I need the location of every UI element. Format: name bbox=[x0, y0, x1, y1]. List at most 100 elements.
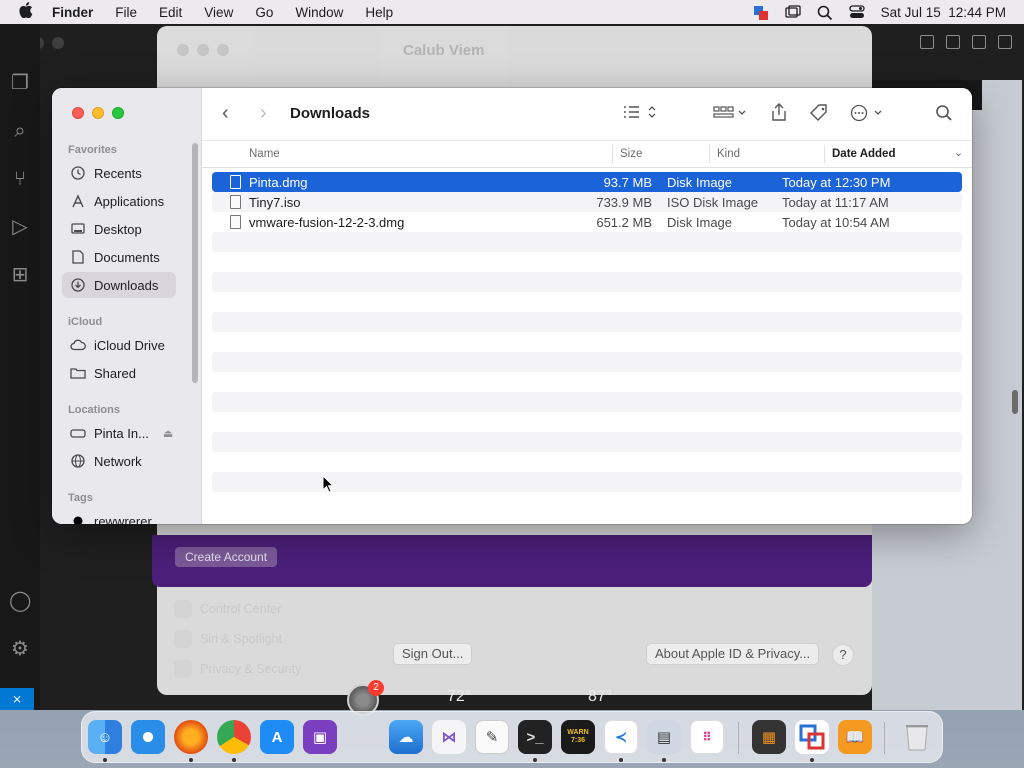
share-icon[interactable] bbox=[770, 102, 788, 125]
account-icon[interactable]: ◯ bbox=[9, 590, 31, 612]
empty-row bbox=[212, 232, 962, 252]
sidebar-item-icloud-drive[interactable]: iCloud Drive bbox=[62, 332, 176, 358]
screen-mirroring-icon[interactable] bbox=[785, 5, 801, 19]
safari-dock-icon[interactable] bbox=[131, 720, 165, 754]
books-dock-icon[interactable]: 📖 bbox=[838, 720, 872, 754]
create-account-button[interactable]: Create Account bbox=[175, 547, 278, 567]
control-center-icon[interactable] bbox=[849, 5, 865, 19]
preview-dock-icon[interactable]: ▤ bbox=[647, 720, 681, 754]
finder-window: Favorites Recents Applications Desktop D… bbox=[52, 88, 972, 524]
menu-extras: Sat Jul 15 12:44 PM bbox=[753, 0, 1006, 24]
menu-view[interactable]: View bbox=[204, 5, 233, 20]
list-view-icon[interactable] bbox=[622, 104, 656, 123]
file-row[interactable]: Pinta.dmg 93.7 MB Disk Image Today at 12… bbox=[212, 172, 962, 192]
vmware-dock-icon[interactable] bbox=[795, 720, 829, 754]
cloud-icon bbox=[70, 337, 86, 353]
finder-dock-icon[interactable]: ☺ bbox=[88, 720, 122, 754]
finder-toolbar: ‹ › Downloads bbox=[202, 88, 972, 140]
zoom-window-button[interactable] bbox=[112, 107, 124, 119]
weather-temp: 72° bbox=[447, 688, 472, 705]
minimize-window-button[interactable] bbox=[92, 107, 104, 119]
run-debug-icon[interactable]: ▷ bbox=[9, 216, 31, 238]
back-button[interactable]: ‹ bbox=[222, 103, 229, 123]
menu-help[interactable]: Help bbox=[365, 5, 393, 20]
remote-indicator[interactable]: ⨯ bbox=[0, 688, 34, 710]
sidebar-scrollbar[interactable] bbox=[192, 143, 198, 383]
more-actions-icon[interactable] bbox=[850, 104, 886, 125]
search-icon[interactable] bbox=[935, 104, 953, 125]
column-date-added[interactable]: Date Added bbox=[832, 148, 895, 160]
menu-edit[interactable]: Edit bbox=[159, 5, 182, 20]
empty-row bbox=[212, 412, 962, 432]
weather-dock-icon[interactable]: ☁ bbox=[389, 720, 423, 754]
menu-finder[interactable]: Finder bbox=[52, 5, 93, 20]
sidebar-item-tag[interactable]: rewwrerer bbox=[62, 508, 176, 524]
mouse-cursor-icon bbox=[322, 475, 334, 493]
vmware-status-icon[interactable] bbox=[753, 5, 769, 20]
desktop-icon bbox=[70, 221, 86, 237]
finder-sidebar: Favorites Recents Applications Desktop D… bbox=[52, 88, 202, 524]
visual-studio-dock-icon[interactable]: ⋈ bbox=[432, 720, 466, 754]
shared-folder-icon bbox=[70, 365, 86, 381]
launchpad-dock-icon[interactable]: ⠿ bbox=[690, 720, 724, 754]
sidebar-item-desktop[interactable]: Desktop bbox=[62, 216, 176, 242]
sidebar-item-network[interactable]: Network bbox=[62, 448, 176, 474]
disk-icon bbox=[70, 425, 86, 441]
sort-chevron-icon[interactable]: ⌄ bbox=[954, 146, 963, 159]
icloud-header: iCloud bbox=[68, 316, 103, 328]
help-button[interactable]: ? bbox=[832, 644, 854, 666]
apple-menu-icon[interactable] bbox=[19, 1, 39, 23]
source-control-icon[interactable]: ⑂ bbox=[9, 168, 31, 190]
spotlight-icon[interactable] bbox=[817, 5, 833, 21]
sidebar-item-downloads[interactable]: Downloads bbox=[62, 272, 176, 298]
installer-dock-icon[interactable]: ▣ bbox=[303, 720, 337, 754]
empty-row bbox=[212, 252, 962, 272]
applications-icon bbox=[70, 193, 86, 209]
column-size[interactable]: Size bbox=[620, 148, 642, 160]
gear-icon[interactable]: ⚙ bbox=[9, 638, 31, 660]
sidebar-item-applications[interactable]: Applications bbox=[62, 188, 176, 214]
forward-button[interactable]: › bbox=[260, 103, 267, 123]
search-icon[interactable]: ⌕ bbox=[9, 120, 31, 142]
sidebar-item-shared[interactable]: Shared bbox=[62, 360, 176, 386]
menubar-clock[interactable]: Sat Jul 15 12:44 PM bbox=[881, 5, 1006, 20]
about-privacy-button[interactable]: About Apple ID & Privacy... bbox=[646, 643, 820, 665]
chrome-dock-icon[interactable] bbox=[217, 720, 251, 754]
console-dock-icon[interactable]: WARN 7:36 bbox=[561, 720, 595, 754]
sign-out-button[interactable]: Sign Out... bbox=[393, 643, 473, 665]
menu-window[interactable]: Window bbox=[295, 5, 343, 20]
close-window-button[interactable] bbox=[72, 107, 84, 119]
calculator-dock-icon[interactable]: ▦ bbox=[752, 720, 786, 754]
sidebar-item-recents[interactable]: Recents bbox=[62, 160, 176, 186]
globe-icon bbox=[70, 453, 86, 469]
menu-go[interactable]: Go bbox=[255, 5, 273, 20]
privacy-icon bbox=[174, 660, 192, 678]
column-name[interactable]: Name bbox=[249, 148, 280, 160]
group-view-icon[interactable] bbox=[712, 104, 748, 123]
dock: ☺ A ▣ ☁ ⋈ ✎ >_ WARN 7:36 ≺ ▤ ⠿ ▦ 📖 bbox=[81, 711, 943, 763]
file-row[interactable]: Tiny7.iso 733.9 MB ISO Disk Image Today … bbox=[212, 192, 962, 212]
document-icon bbox=[70, 249, 86, 265]
tag-icon[interactable] bbox=[809, 104, 829, 125]
menu-file[interactable]: File bbox=[115, 5, 137, 20]
eject-icon[interactable]: ⏏ bbox=[163, 427, 173, 440]
settings-item-siri-spotlight[interactable]: Siri & Spotlight bbox=[174, 630, 282, 648]
terminal-dock-icon[interactable]: >_ bbox=[518, 720, 552, 754]
trash-dock-icon[interactable] bbox=[900, 720, 934, 754]
column-kind[interactable]: Kind bbox=[717, 148, 740, 160]
vscode-dock-icon[interactable]: ≺ bbox=[604, 720, 638, 754]
sidebar-item-documents[interactable]: Documents bbox=[62, 244, 176, 270]
firefox-dock-icon[interactable] bbox=[174, 720, 208, 754]
app-store-dock-icon[interactable]: A bbox=[260, 720, 294, 754]
extensions-icon[interactable]: ⊞ bbox=[9, 264, 31, 286]
explorer-icon[interactable]: ❐ bbox=[9, 72, 31, 94]
disk-image-file-icon bbox=[230, 215, 241, 229]
textedit-dock-icon[interactable]: ✎ bbox=[475, 720, 509, 754]
settings-item-control-center[interactable]: Control Center bbox=[174, 600, 281, 618]
iso-file-icon bbox=[230, 195, 241, 209]
download-icon bbox=[70, 277, 86, 293]
file-row[interactable]: vmware-fusion-12-2-3.dmg 651.2 MB Disk I… bbox=[212, 212, 962, 232]
settings-item-privacy-security[interactable]: Privacy & Security bbox=[174, 660, 301, 678]
sidebar-item-pinta-installer[interactable]: Pinta In... ⏏ bbox=[62, 420, 176, 446]
empty-row bbox=[212, 292, 962, 312]
